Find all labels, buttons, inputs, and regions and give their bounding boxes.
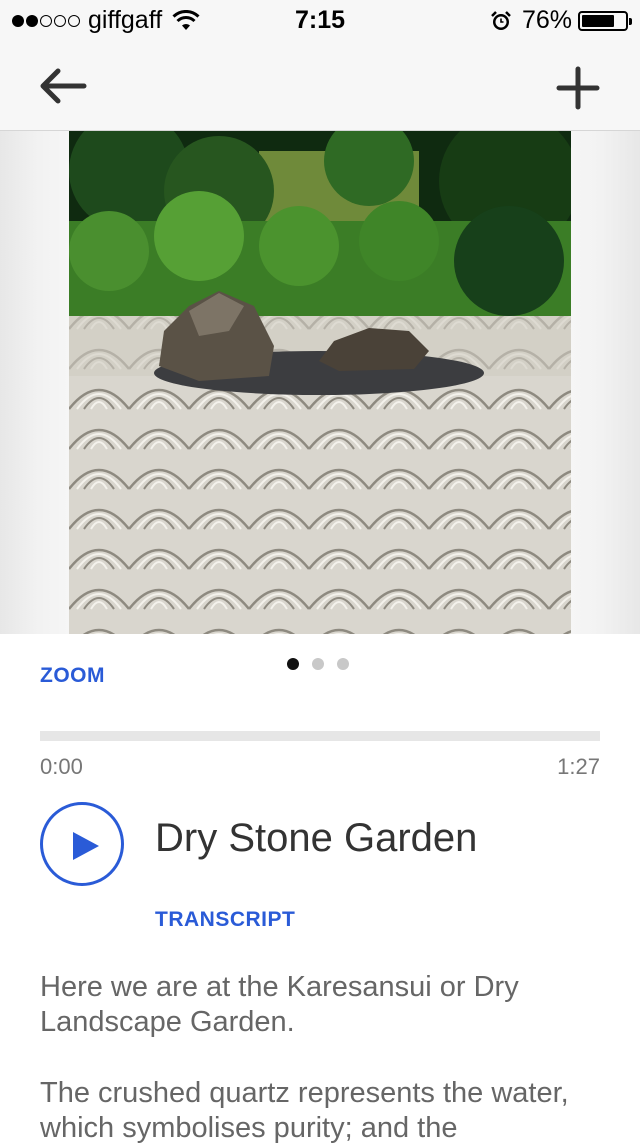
play-button[interactable] <box>40 802 124 886</box>
battery-fill <box>582 14 614 27</box>
transcript-paragraph: Here we are at the Karesansui or Dry Lan… <box>40 971 519 1038</box>
time-total: 1:27 <box>557 754 600 779</box>
play-icon <box>73 832 99 860</box>
garden-photo[interactable] <box>69 131 571 634</box>
arrow-left-icon[interactable] <box>36 66 88 106</box>
carousel-indicator[interactable] <box>287 658 362 670</box>
carousel-dot[interactable] <box>287 658 299 670</box>
navigation-bar <box>0 40 640 131</box>
track-title: Dry Stone Garden <box>155 816 478 860</box>
plus-icon[interactable] <box>556 66 600 110</box>
alarm-icon <box>491 10 511 30</box>
zoom-button[interactable]: ZOOM <box>40 664 105 688</box>
garden-illustration <box>69 131 571 634</box>
audio-progress-bar[interactable] <box>40 731 600 741</box>
transcript-button[interactable]: TRANSCRIPT <box>155 908 295 932</box>
status-right: 76% <box>490 6 632 35</box>
carousel-dot[interactable] <box>337 658 349 670</box>
battery-cap <box>629 17 632 25</box>
hero-carousel[interactable] <box>0 131 640 634</box>
status-bar: giffgaff 7:15 76% <box>0 0 640 40</box>
carousel-dot[interactable] <box>312 658 324 670</box>
battery-icon <box>578 10 632 31</box>
battery-percent: 76% <box>521 6 572 34</box>
time-elapsed: 0:00 <box>40 754 83 779</box>
